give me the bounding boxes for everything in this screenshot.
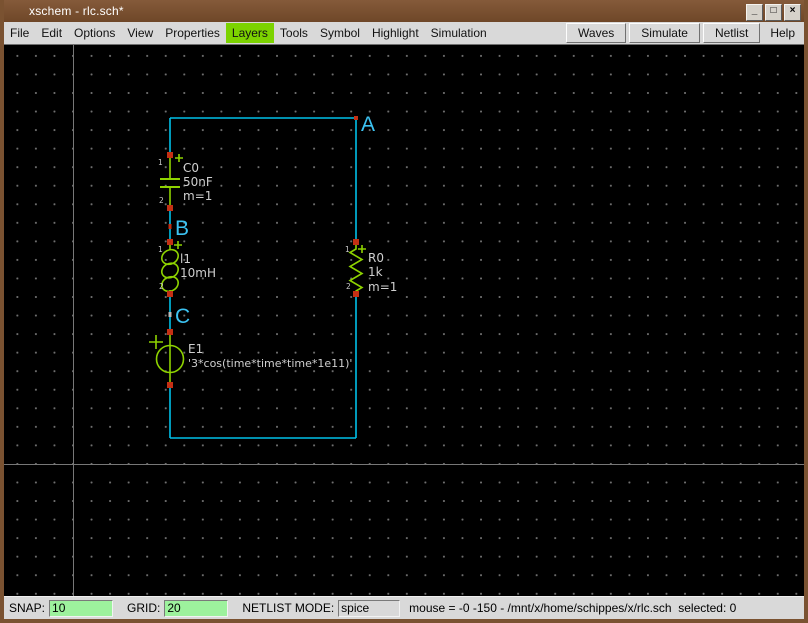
netlist-mode-label: NETLIST MODE:: [242, 601, 335, 615]
maximize-icon: □: [770, 5, 777, 16]
pin-marker: [353, 291, 359, 297]
menu-highlight[interactable]: Highlight: [366, 23, 425, 43]
grid-input[interactable]: [164, 599, 229, 617]
pin-marker: [167, 329, 173, 335]
net-attach-marker: [168, 312, 172, 317]
pin-number: 2: [159, 196, 164, 205]
menu-help[interactable]: Help: [763, 23, 802, 43]
plus-icon: [149, 335, 163, 349]
window-content: xschem - rlc.sch* _ □ × File Edit Option…: [4, 0, 804, 619]
menu-options[interactable]: Options: [68, 23, 121, 43]
menu-file[interactable]: File: [4, 23, 35, 43]
window-title: xschem - rlc.sch*: [29, 4, 124, 18]
component-value: 10mH: [180, 266, 216, 280]
snap-input[interactable]: [49, 599, 114, 617]
pin-number: 2: [346, 282, 351, 291]
component-value: 50nF: [183, 175, 213, 189]
plus-icon: [175, 154, 183, 162]
grid-label: GRID:: [127, 601, 161, 615]
component-mult: m=1: [183, 189, 212, 203]
schematic-drawing: 1 2 C0 50nF m=1 1 2 l1 10mH E1 '3*cos(ti…: [149, 113, 397, 439]
pin-number: 1: [345, 245, 350, 254]
net-label-b[interactable]: B: [175, 217, 189, 240]
netlist-button[interactable]: Netlist: [702, 23, 761, 43]
net-attach-marker: [354, 116, 358, 120]
inductor-l1[interactable]: 1 2 l1 10mH: [158, 239, 216, 297]
pin-marker: [167, 382, 173, 388]
title-bar[interactable]: xschem - rlc.sch* _ □ ×: [4, 0, 804, 22]
component-ref: E1: [188, 342, 203, 356]
plus-icon: [174, 241, 182, 249]
maximize-button[interactable]: □: [765, 4, 782, 21]
menu-tools[interactable]: Tools: [274, 23, 314, 43]
component-ref: R0: [368, 251, 384, 265]
pin-marker: [167, 239, 173, 245]
menu-edit[interactable]: Edit: [35, 23, 68, 43]
component-ref: l1: [180, 252, 191, 266]
source-e1[interactable]: E1 '3*cos(time*time*time*1e11)': [149, 329, 352, 388]
component-ref: C0: [183, 161, 199, 175]
mouse-status-text: mouse = -0 -150 - /mnt/x/home/schippes/x…: [409, 601, 737, 615]
minimize-button[interactable]: _: [746, 4, 763, 21]
menu-properties[interactable]: Properties: [159, 23, 226, 43]
pin-number: 1: [158, 158, 163, 167]
menu-bar: File Edit Options View Properties Layers…: [4, 22, 804, 45]
component-value: '3*cos(time*time*time*1e11)': [188, 357, 352, 370]
xschem-window: xschem - rlc.sch* _ □ × File Edit Option…: [0, 0, 808, 623]
pin-marker: [167, 291, 173, 297]
net-labels: A B C: [168, 113, 375, 328]
netlist-mode-input[interactable]: [338, 599, 401, 617]
component-mult: m=1: [368, 280, 397, 294]
menu-layers[interactable]: Layers: [225, 23, 274, 43]
status-bar: SNAP: GRID: NETLIST MODE: mouse = -0 -15…: [4, 596, 804, 619]
simulate-button[interactable]: Simulate: [629, 23, 700, 43]
net-label-c[interactable]: C: [175, 305, 190, 328]
pin-marker: [167, 152, 173, 158]
resistor-r0[interactable]: 1 2 R0 1k m=1: [345, 239, 397, 297]
inductor-coil: [161, 262, 179, 279]
minimize-icon: _: [751, 5, 758, 16]
pin-marker: [167, 205, 173, 211]
menu-simulation[interactable]: Simulation: [425, 23, 493, 43]
net-label-a[interactable]: A: [361, 113, 375, 136]
plus-icon: [358, 245, 366, 253]
menu-symbol[interactable]: Symbol: [314, 23, 366, 43]
close-icon: ×: [789, 5, 796, 16]
waves-button[interactable]: Waves: [566, 23, 627, 43]
component-value: 1k: [368, 265, 383, 279]
schematic-canvas[interactable]: 1 2 C0 50nF m=1 1 2 l1 10mH E1 '3*cos(ti…: [4, 45, 804, 596]
capacitor-c0[interactable]: 1 2 C0 50nF m=1: [158, 152, 213, 211]
window-controls: _ □ ×: [746, 4, 801, 21]
menu-view[interactable]: View: [121, 23, 159, 43]
pin-number: 1: [158, 245, 163, 254]
pin-number: 2: [159, 282, 164, 291]
net-attach-marker: [168, 224, 172, 229]
snap-label: SNAP:: [9, 601, 46, 615]
pin-marker: [353, 239, 359, 245]
close-button[interactable]: ×: [784, 4, 801, 21]
